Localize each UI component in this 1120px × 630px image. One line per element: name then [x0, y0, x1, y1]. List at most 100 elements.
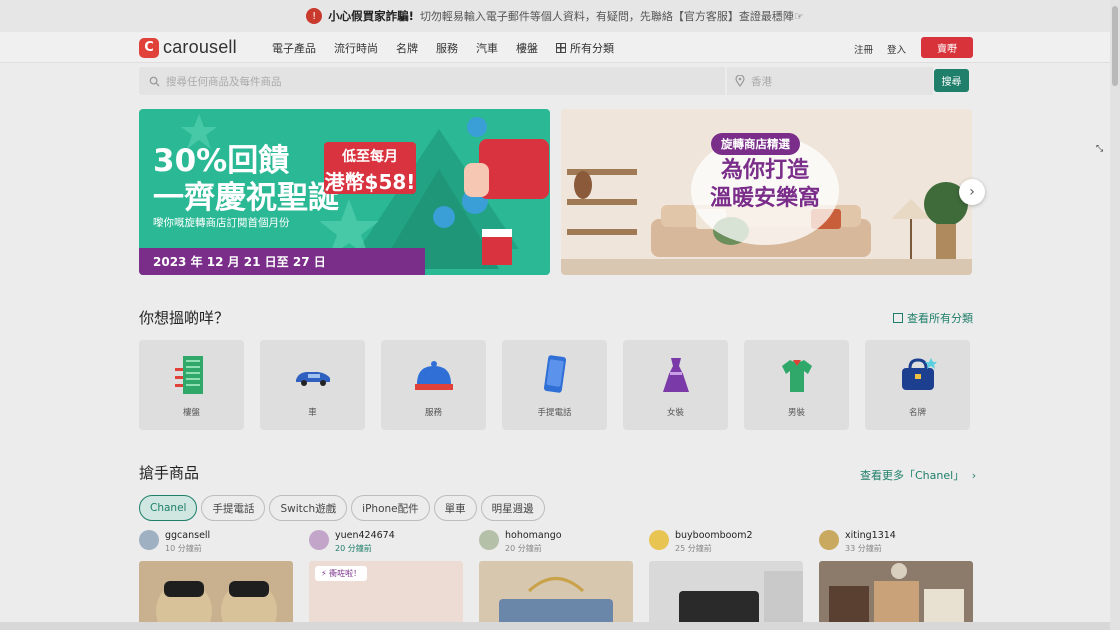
category-nav: 電子產品 流行時尚 名牌 服務 汽車 樓盤 所有分類 [272, 40, 614, 56]
building-icon [174, 356, 203, 394]
chevron-right-icon: › [969, 184, 975, 200]
listing-image[interactable]: ⚡ 衝咗啦！ [309, 561, 463, 630]
price-tag-line2: 港幣$58! [324, 170, 416, 194]
horizontal-scrollbar[interactable] [0, 622, 1110, 630]
seller-info[interactable]: hohomango 20 分鐘前 [479, 530, 633, 560]
category-luxury[interactable]: 名牌 [865, 340, 970, 430]
listing-card[interactable]: yuen424674 20 分鐘前 ⚡ 衝咗啦！ [309, 530, 463, 630]
view-all-categories-link[interactable]: 查看所有分類 [893, 310, 973, 326]
listing-time: 10 分鐘前 [165, 544, 202, 553]
seller-info[interactable]: ggcansell 10 分鐘前 [139, 530, 293, 560]
chip-iphone-accessories[interactable]: iPhone配件 [351, 495, 430, 521]
chip-chanel[interactable]: Chanel [139, 495, 198, 521]
nav-all-categories[interactable]: 所有分類 [556, 40, 614, 56]
listing-time: 20 分鐘前 [335, 544, 372, 553]
top-navigation: C carousell 電子產品 流行時尚 名牌 服務 汽車 樓盤 所有分類 注… [0, 32, 1110, 63]
listing-time: 25 分鐘前 [675, 544, 712, 553]
nav-electronics[interactable]: 電子產品 [272, 40, 316, 56]
carousel-next-button[interactable]: › [959, 179, 985, 205]
avatar [819, 530, 839, 550]
chevron-right-icon: › [971, 469, 977, 482]
vertical-scrollbar[interactable] [1110, 0, 1120, 630]
scam-warning-bar[interactable]: ! 小心假買家詐騙! 切勿輕易輸入電子郵件等個人資料，有疑問，先聯絡【官方客服】… [0, 0, 1110, 32]
listing-image[interactable] [649, 561, 803, 630]
search-input[interactable]: 搜尋任何商品及每件商品 [139, 67, 725, 95]
nav-luxury[interactable]: 名牌 [396, 40, 418, 56]
listing-row: ggcansell 10 分鐘前 yuen424674 20 分鐘前 ⚡ 衝咗啦！ … [139, 530, 973, 630]
seller-info[interactable]: buyboomboom2 25 分鐘前 [649, 530, 803, 560]
car-icon [295, 372, 330, 386]
banner-title-line1: 30%回饋 [153, 143, 290, 179]
seller-name: yuen424674 [335, 530, 395, 541]
nav-services[interactable]: 服務 [436, 40, 458, 56]
location-input[interactable]: 香港 [727, 67, 933, 95]
banner-title: 30%回饋 一齊慶祝聖誕 [153, 143, 339, 217]
nav-property[interactable]: 樓盤 [516, 40, 538, 56]
category-services[interactable]: 服務 [381, 340, 486, 430]
chip-switch-games[interactable]: Switch遊戲 [269, 495, 348, 521]
chip-bicycles[interactable]: 單車 [433, 495, 477, 521]
search-button[interactable]: 搜尋 [934, 69, 969, 92]
view-more-link[interactable]: 查看更多「Chanel」 › [860, 467, 976, 483]
location-pin-icon [735, 75, 745, 87]
phone-icon [543, 355, 566, 393]
avatar [309, 530, 329, 550]
banner-title-line1: 為你打造 [720, 158, 809, 183]
banner-title-line2: 一齊慶祝聖誕 [153, 180, 339, 216]
avatar [479, 530, 499, 550]
category-cars[interactable]: 車 [260, 340, 365, 430]
promo-banner-home[interactable]: 旋轉商店精選 為你打造 溫暖安樂窩 [561, 109, 972, 275]
filter-chips: Chanel 手提電話 Switch遊戲 iPhone配件 單車 明星週邊 [139, 495, 545, 521]
listing-card[interactable]: ggcansell 10 分鐘前 [139, 530, 293, 630]
register-link[interactable]: 注冊 [854, 42, 873, 56]
notice-title: 小心假買家詐騙! [328, 9, 414, 23]
category-label: 女裝 [666, 408, 684, 418]
listing-image[interactable] [819, 561, 973, 630]
category-label: 男裝 [787, 408, 805, 418]
login-link[interactable]: 登入 [887, 42, 906, 56]
category-label: 名牌 [908, 408, 926, 418]
category-phones[interactable]: 手提電話 [502, 340, 607, 430]
sandals-photo [156, 581, 277, 630]
listing-image[interactable] [479, 561, 633, 630]
scrollbar-thumb[interactable] [1112, 6, 1118, 86]
nav-fashion[interactable]: 流行時尚 [334, 40, 378, 56]
listing-image[interactable] [139, 561, 293, 630]
category-label: 手提電話 [537, 408, 572, 418]
listing-card[interactable]: buyboomboom2 25 分鐘前 [649, 530, 803, 630]
seller-name: buyboomboom2 [675, 530, 753, 541]
cursor-icon: ⤡ [1096, 144, 1104, 154]
view-all-label: 查看所有分類 [907, 312, 973, 325]
carousell-logo[interactable]: C carousell [139, 37, 237, 58]
seller-info[interactable]: xiting1314 33 分鐘前 [819, 530, 973, 560]
category-womens[interactable]: 女裝 [623, 340, 728, 430]
sell-button[interactable]: 賣嘢 [921, 37, 973, 58]
hot-items-heading: 搶手商品 [139, 464, 200, 482]
seller-name: hohomango [505, 530, 562, 541]
price-tag: 低至每月 港幣$58! [324, 142, 416, 194]
chip-phones[interactable]: 手提電話 [201, 495, 266, 521]
boost-label: 衝咗啦！ [329, 569, 362, 578]
bags-collection-photo [829, 563, 964, 630]
dress-icon [662, 358, 689, 392]
seller-info[interactable]: yuen424674 20 分鐘前 [309, 530, 463, 560]
categories-heading: 你想搵啲咩？ [139, 309, 230, 327]
location-value: 香港 [751, 75, 772, 88]
search-bar: 搜尋任何商品及每件商品 香港 搜尋 [139, 67, 971, 95]
listing-time: 33 分鐘前 [845, 544, 882, 553]
logo-text: carousell [163, 37, 237, 57]
category-mens[interactable]: 男裝 [744, 340, 849, 430]
listing-card[interactable]: xiting1314 33 分鐘前 [819, 530, 973, 630]
search-icon [149, 76, 160, 87]
listing-card[interactable]: hohomango 20 分鐘前 [479, 530, 633, 630]
nav-cars[interactable]: 汽車 [476, 40, 498, 56]
category-property[interactable]: 樓盤 [139, 340, 244, 430]
promo-banner-christmas[interactable]: 30%回饋 一齊慶祝聖誕 低至每月 港幣$58! 嚟你嘅旋轉商店訂閱首個月份 20… [139, 109, 550, 275]
bag-icon [901, 358, 937, 390]
tshirt-icon [781, 360, 812, 392]
avatar [649, 530, 669, 550]
handbag-photo [499, 577, 613, 630]
chip-celebrity-merch[interactable]: 明星週邊 [480, 495, 545, 521]
banner-title: 為你打造 溫暖安樂窩 [691, 157, 839, 213]
listing-time: 20 分鐘前 [505, 544, 542, 553]
